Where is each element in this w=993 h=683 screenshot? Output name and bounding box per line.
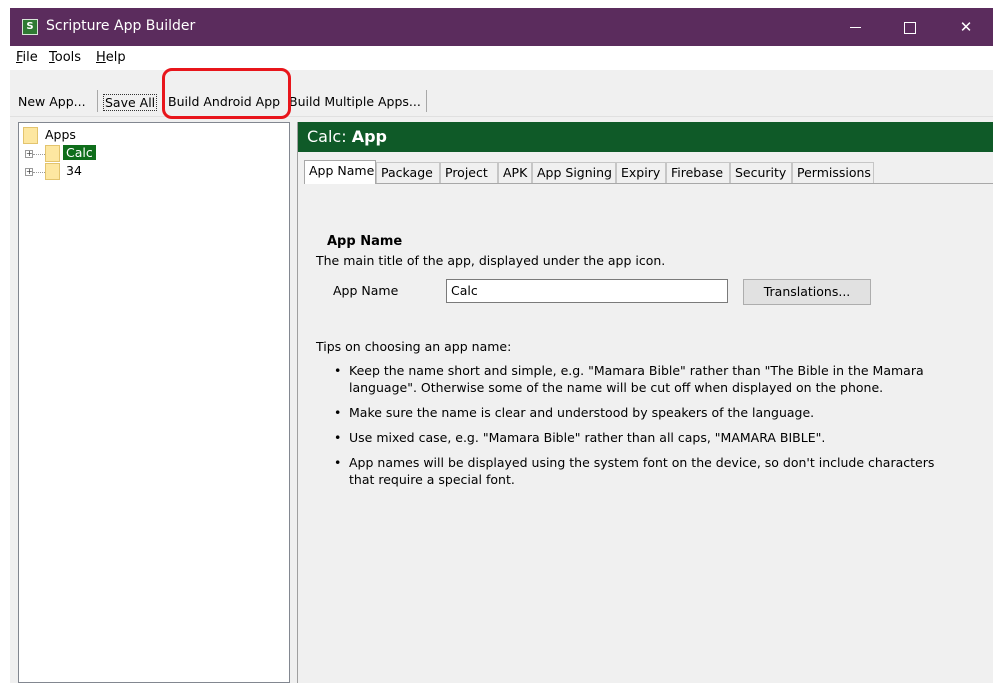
section-description: The main title of the app, displayed und… (316, 253, 666, 268)
tab-permissions[interactable]: Permissions (792, 162, 874, 183)
toolbar-separator (97, 90, 98, 112)
menu-help[interactable]: Help (96, 50, 126, 65)
header-app-name: Calc: (307, 127, 347, 146)
tab-apk[interactable]: APK (498, 162, 532, 183)
translations-button[interactable]: Translations... (743, 279, 871, 305)
tab-app-signing[interactable]: App Signing (532, 162, 616, 183)
save-all-button[interactable]: Save All (103, 94, 158, 111)
list-item: • Use mixed case, e.g. "Mamara Bible" rat… (332, 429, 942, 446)
minimize-button[interactable] (832, 8, 878, 46)
menu-help-label: elp (105, 50, 126, 65)
app-window: S Scripture App Builder ✕ File Tools Hel… (10, 8, 993, 683)
toolbar-separator (426, 90, 427, 112)
list-item: • Make sure the name is clear and underst… (332, 404, 942, 421)
tab-package[interactable]: Package (376, 162, 440, 183)
app-name-label: App Name (333, 283, 399, 298)
section-title: App Name (327, 234, 403, 249)
bullet-icon: • (334, 363, 342, 378)
highlight-annotation (162, 68, 291, 119)
tip-text: App names will be displayed using the sy… (349, 455, 935, 487)
build-multiple-apps-button[interactable]: Build Multiple Apps... (289, 94, 421, 109)
scripture-app-icon: S (22, 19, 38, 35)
tree-item-label: Calc (63, 145, 96, 160)
app-name-input[interactable]: Calc (446, 279, 728, 303)
expand-icon[interactable]: + (25, 168, 33, 176)
tips-list: • Keep the name short and simple, e.g. "M… (332, 362, 942, 496)
header-app-type: App (351, 127, 387, 146)
maximize-button[interactable] (887, 8, 933, 46)
expand-icon[interactable]: + (25, 150, 33, 158)
title-bar[interactable]: S Scripture App Builder ✕ (10, 8, 993, 46)
minimize-icon (849, 27, 861, 28)
close-button[interactable]: ✕ (943, 8, 989, 46)
tip-text: Make sure the name is clear and understo… (349, 405, 815, 420)
tab-project[interactable]: Project (440, 162, 498, 183)
window-title: Scripture App Builder (46, 18, 196, 34)
tab-security[interactable]: Security (730, 162, 792, 183)
app-details-panel: Calc: App App Name Package Project APK A… (297, 122, 993, 683)
tab-firebase[interactable]: Firebase (666, 162, 730, 183)
tip-text: Keep the name short and simple, e.g. "Ma… (349, 363, 924, 395)
menu-tools-label: ools (54, 50, 82, 65)
bullet-icon: • (334, 430, 342, 445)
menu-help-mnemonic: H (96, 50, 106, 65)
tree-connector (33, 172, 45, 173)
tab-app-name[interactable]: App Name (304, 160, 376, 184)
menu-tools[interactable]: Tools (49, 50, 81, 65)
tree-connector (33, 154, 45, 155)
tips-title: Tips on choosing an app name: (316, 339, 512, 354)
menu-file-label: ile (22, 50, 38, 65)
list-item: • App names will be displayed using the s… (332, 454, 942, 488)
panel-header: Calc: App (298, 122, 993, 152)
tip-text: Use mixed case, e.g. "Mamara Bible" rath… (349, 430, 826, 445)
tree-item-label: 34 (66, 163, 82, 178)
menu-file[interactable]: File (16, 50, 38, 65)
close-icon: ✕ (959, 18, 973, 36)
folder-icon (23, 127, 38, 144)
panel-header-title: Calc: App (307, 127, 387, 146)
bullet-icon: • (334, 405, 342, 420)
toolbar: New App... Save All Build Android App Bu… (10, 70, 993, 117)
maximize-icon (904, 21, 916, 34)
list-item: • Keep the name short and simple, e.g. "M… (332, 362, 942, 396)
apps-tree[interactable]: Apps + Calc + 34 (18, 122, 290, 683)
bullet-icon: • (334, 455, 342, 470)
folder-icon (45, 145, 60, 162)
menu-bar: File Tools Help (10, 46, 993, 70)
folder-icon (45, 163, 60, 180)
tree-root-label: Apps (45, 127, 76, 142)
new-app-button[interactable]: New App... (18, 94, 86, 109)
tab-expiry[interactable]: Expiry (616, 162, 666, 183)
